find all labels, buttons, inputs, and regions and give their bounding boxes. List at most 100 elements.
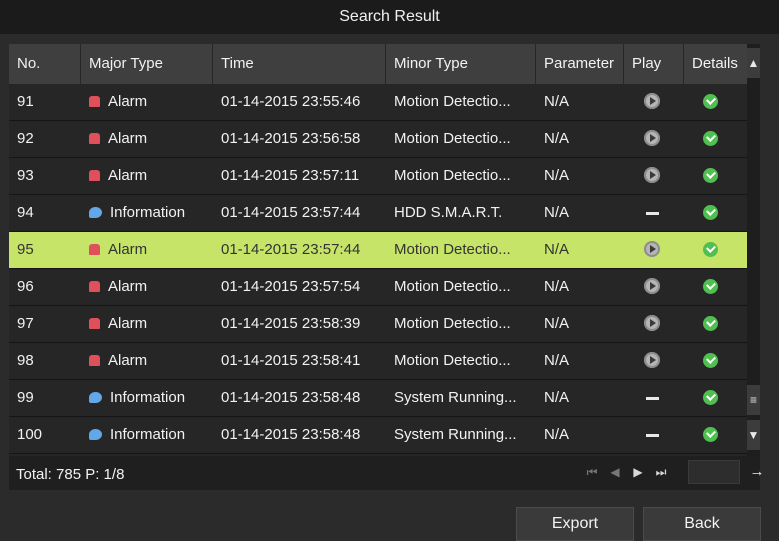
cell-time: 01-14-2015 23:58:39 [221,315,361,332]
table-row[interactable]: 97 Alarm 01-14-2015 23:58:39 Motion Detecti… [9,306,747,343]
check-icon[interactable] [703,316,718,331]
column-header-major-type[interactable]: Major Type [81,44,213,84]
chevron-up-icon: ▲ [747,56,760,70]
cell-param: N/A [544,278,570,295]
cell-no: 100 [17,426,43,443]
play-icon[interactable] [644,278,660,294]
info-icon [89,391,102,403]
column-header-parameter[interactable]: Parameter [536,44,624,84]
cell-no: 94 [17,204,34,221]
next-page-button[interactable]: ▶ [629,460,647,484]
first-page-button[interactable]: ⏮ [583,460,601,484]
alarm-icon [89,169,100,181]
play-icon[interactable] [644,130,660,146]
major-type-label: Alarm [108,278,148,295]
results-table: No. Major Type Time Minor Type Parameter… [9,44,747,456]
column-header-no[interactable]: No. [9,44,81,84]
alarm-icon [89,280,100,292]
major-type-label: Alarm [108,167,148,184]
cell-time: 01-14-2015 23:58:41 [221,352,361,369]
cell-time: 01-14-2015 23:56:58 [221,130,361,147]
major-type-label: Information [110,204,186,221]
grip-icon: ≡ [749,393,757,407]
check-icon[interactable] [703,131,718,146]
cell-major-type: Information [81,380,213,416]
window-title: Search Result [339,8,440,25]
table-row[interactable]: 95 Alarm 01-14-2015 23:57:44 Motion Detecti… [9,232,747,269]
table-row[interactable]: 92 Alarm 01-14-2015 23:56:58 Motion Detecti… [9,121,747,158]
alarm-icon [89,95,100,107]
cell-major-type: Alarm [81,232,213,268]
alarm-icon [89,354,100,366]
column-header-time[interactable]: Time [213,44,386,84]
major-type-label: Information [110,426,186,443]
cell-major-type: Alarm [81,306,213,342]
check-icon[interactable] [703,205,718,220]
page-number-input[interactable] [688,460,740,484]
column-header-minor-type[interactable]: Minor Type [386,44,536,84]
check-icon[interactable] [703,279,718,294]
check-icon[interactable] [703,168,718,183]
table-row[interactable]: 99 Information 01-14-2015 23:58:48 System R… [9,380,747,417]
prev-page-button[interactable]: ◀ [606,460,624,484]
cell-minor: HDD S.M.A.R.T. [394,204,503,221]
go-page-button[interactable]: → [745,460,769,484]
cell-param: N/A [544,389,570,406]
cell-minor: Motion Detectio... [394,167,511,184]
cell-time: 01-14-2015 23:58:48 [221,389,361,406]
cell-no: 92 [17,130,34,147]
column-header-play[interactable]: Play [624,44,684,84]
table-row[interactable]: 100 Information 01-14-2015 23:58:48 System … [9,417,747,454]
cell-no: 99 [17,389,34,406]
dash-icon [646,397,659,400]
cell-minor: Motion Detectio... [394,93,511,110]
scroll-down-button[interactable]: ▼ [747,420,760,450]
major-type-label: Alarm [108,241,148,258]
table-row[interactable]: 93 Alarm 01-14-2015 23:57:11 Motion Detecti… [9,158,747,195]
table-row[interactable]: 96 Alarm 01-14-2015 23:57:54 Motion Detecti… [9,269,747,306]
play-icon[interactable] [644,315,660,331]
export-button[interactable]: Export [516,507,634,541]
alarm-icon [89,132,100,144]
window-title-bar: Search Result [0,0,779,34]
cell-major-type: Alarm [81,158,213,194]
play-icon[interactable] [644,241,660,257]
back-button[interactable]: Back [643,507,761,541]
major-type-label: Alarm [108,93,148,110]
next-page-icon: ▶ [633,465,643,479]
first-page-icon: ⏮ [586,465,598,479]
check-icon[interactable] [703,427,718,442]
cell-param: N/A [544,426,570,443]
alarm-icon [89,243,100,255]
check-icon[interactable] [703,390,718,405]
cell-time: 01-14-2015 23:57:44 [221,241,361,258]
check-icon[interactable] [703,242,718,257]
table-row[interactable]: 91 Alarm 01-14-2015 23:55:46 Motion Detecti… [9,84,747,121]
check-icon[interactable] [703,353,718,368]
scroll-up-button[interactable]: ▲ [747,48,760,78]
play-icon[interactable] [644,167,660,183]
table-row[interactable]: 94 Information 01-14-2015 23:57:44 HDD S.M.… [9,195,747,232]
dash-icon [646,434,659,437]
total-count: Total: 785 P: 1/8 [16,466,125,483]
alarm-icon [89,317,100,329]
cell-major-type: Information [81,417,213,453]
cell-time: 01-14-2015 23:55:46 [221,93,361,110]
cell-param: N/A [544,352,570,369]
last-page-button[interactable]: ⏭ [652,460,670,484]
check-icon[interactable] [703,94,718,109]
cell-major-type: Alarm [81,121,213,157]
cell-param: N/A [544,167,570,184]
scrollbar-thumb[interactable]: ≡ [747,385,760,415]
major-type-label: Alarm [108,130,148,147]
cell-minor: Motion Detectio... [394,241,511,258]
play-icon[interactable] [644,93,660,109]
cell-no: 97 [17,315,34,332]
dash-icon [646,212,659,215]
table-row[interactable]: 98 Alarm 01-14-2015 23:58:41 Motion Detecti… [9,343,747,380]
cell-minor: Motion Detectio... [394,130,511,147]
column-header-details[interactable]: Details [684,44,747,84]
cell-param: N/A [544,93,570,110]
play-icon[interactable] [644,352,660,368]
cell-minor: System Running... [394,426,517,443]
